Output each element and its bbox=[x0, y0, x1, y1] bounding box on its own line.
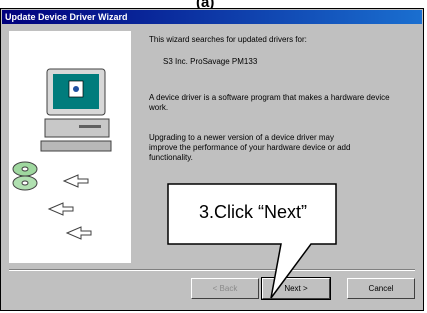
callout-label: 3.Click “Next” bbox=[198, 202, 307, 222]
callout-bubble bbox=[167, 183, 337, 299]
